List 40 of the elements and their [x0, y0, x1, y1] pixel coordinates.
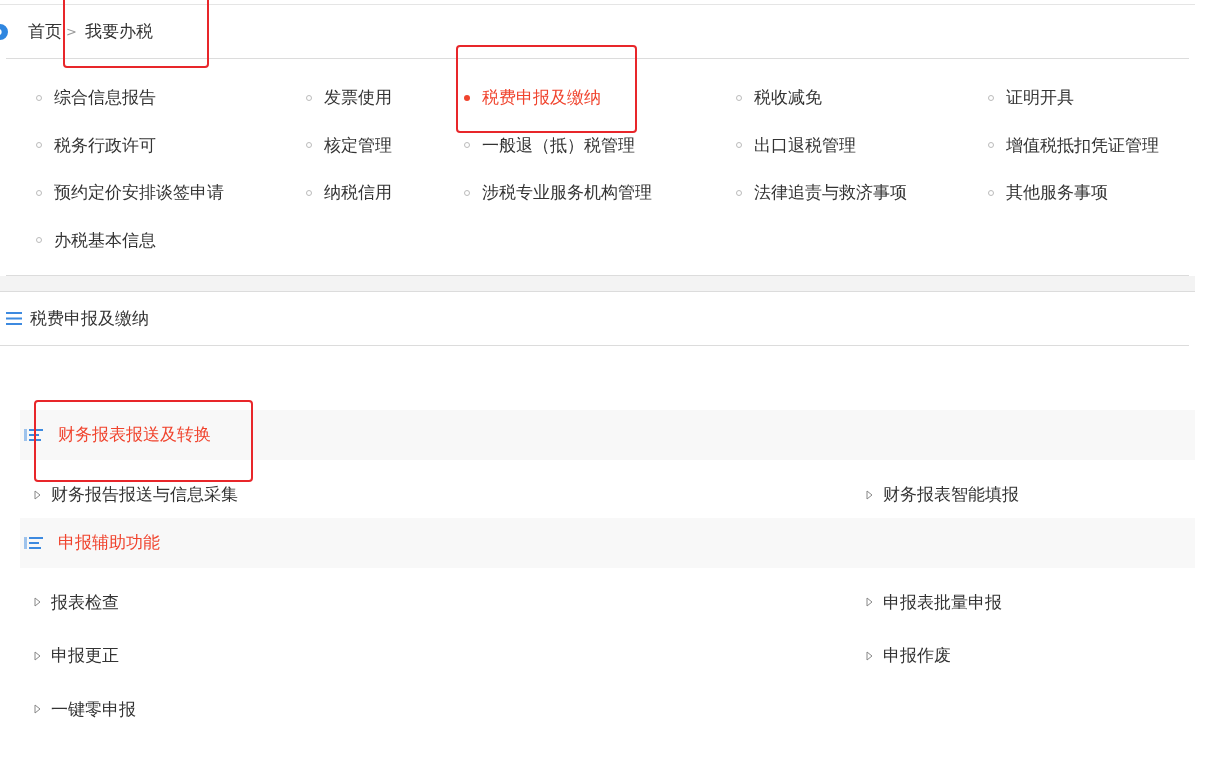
menu-item[interactable]: 税务行政许可 — [54, 134, 156, 155]
function-link[interactable]: 一键零申报 — [51, 696, 136, 722]
triangle-icon — [34, 704, 41, 715]
menu-item[interactable]: 一般退（抵）税管理 — [482, 134, 635, 155]
menu-item[interactable]: 税费申报及缴纳 — [482, 87, 601, 107]
section-title: 申报辅助功能 — [58, 531, 160, 552]
triangle-icon — [34, 597, 41, 608]
panel-title: 税费申报及缴纳 — [30, 306, 149, 330]
menu-item[interactable]: 税收减免 — [754, 87, 822, 107]
menu-item[interactable]: 出口退税管理 — [754, 134, 856, 155]
menu-item[interactable]: 证明开具 — [1006, 87, 1074, 107]
menu-item[interactable]: 发票使用 — [324, 87, 392, 107]
location-icon — [0, 22, 10, 41]
list-icon — [24, 428, 44, 442]
function-link[interactable]: 申报作废 — [883, 643, 951, 669]
breadcrumb-separator: > — [66, 22, 77, 41]
function-link[interactable]: 财务报告报送与信息采集 — [51, 482, 238, 508]
menu-item[interactable]: 增值税抵扣凭证管理 — [1006, 134, 1159, 155]
triangle-icon — [34, 489, 41, 500]
breadcrumb-link[interactable]: 首页 — [28, 20, 62, 41]
triangle-icon — [866, 597, 873, 608]
menu-icon — [6, 312, 22, 325]
triangle-icon — [866, 489, 873, 500]
menu-item[interactable]: 纳税信用 — [324, 182, 392, 202]
triangle-icon — [34, 650, 41, 661]
menu-item[interactable]: 核定管理 — [324, 134, 392, 155]
triangle-icon — [866, 650, 873, 661]
section-title: 财务报表报送及转换 — [58, 424, 211, 445]
function-link[interactable]: 财务报表智能填报 — [883, 482, 1019, 508]
function-link[interactable]: 申报更正 — [51, 643, 119, 669]
function-link[interactable]: 报表检查 — [51, 589, 119, 615]
menu-item[interactable]: 综合信息报告 — [54, 87, 156, 107]
breadcrumb-link[interactable]: 我要办税 — [84, 20, 153, 41]
function-link[interactable]: 申报表批量申报 — [883, 589, 1002, 615]
menu-item[interactable]: 法律追责与救济事项 — [754, 182, 907, 202]
list-icon — [24, 535, 44, 550]
menu-item[interactable]: 预约定价安排谈签申请 — [54, 182, 224, 202]
menu-item[interactable]: 其他服务事项 — [1006, 182, 1108, 202]
menu-item[interactable]: 办税基本信息 — [54, 229, 156, 250]
menu-item[interactable]: 涉税专业服务机构管理 — [482, 182, 652, 202]
